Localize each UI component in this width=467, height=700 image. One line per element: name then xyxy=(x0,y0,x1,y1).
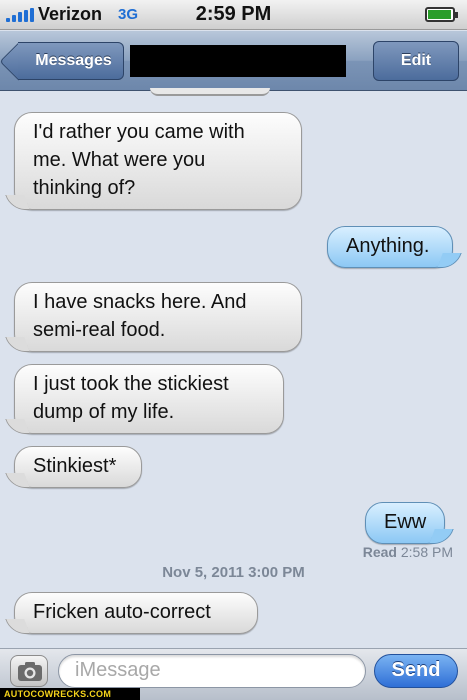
message-bubble-incoming[interactable]: I have snacks here. And semi-real food. xyxy=(14,282,302,352)
read-time: 2:58 PM xyxy=(400,544,453,560)
camera-button[interactable] xyxy=(10,655,48,687)
message-line: Fricken auto-correct xyxy=(33,601,211,623)
message-bubble-outgoing[interactable]: Anything. xyxy=(327,226,453,268)
status-time: 2:59 PM xyxy=(195,3,272,25)
read-label: Read xyxy=(362,544,397,560)
message-line: me. What were you xyxy=(33,149,206,171)
battery-icon xyxy=(425,7,458,22)
message-line: Anything. xyxy=(346,235,430,257)
conversation-thread[interactable]: I'd rather you came with me. What were y… xyxy=(0,88,467,648)
message-line: semi-real food. xyxy=(33,319,166,341)
camera-icon xyxy=(18,662,42,681)
imessage-input[interactable]: iMessage xyxy=(58,654,366,688)
status-bar: Verizon 3G 2:59 PM xyxy=(0,0,467,30)
send-button[interactable]: Send xyxy=(374,654,458,688)
previous-bubble-edge xyxy=(150,88,270,96)
message-line: I have snacks here. And xyxy=(33,291,247,313)
conversation-timestamp: Nov 5, 2011 3:00 PM xyxy=(162,564,305,581)
redacted-contact-name xyxy=(130,45,346,77)
message-line: I'd rather you came with xyxy=(33,121,245,143)
message-bubble-incoming[interactable]: I'd rather you came with me. What were y… xyxy=(14,112,302,210)
message-bubble-outgoing[interactable]: Eww xyxy=(365,502,445,544)
message-bubble-incoming[interactable]: Fricken auto-correct xyxy=(14,592,258,634)
message-line: Eww xyxy=(384,511,427,533)
navigation-bar: Messages Edit xyxy=(0,31,467,91)
edit-button[interactable]: Edit xyxy=(373,41,459,81)
message-line: Stinkiest* xyxy=(33,455,117,477)
message-line: dump of my life. xyxy=(33,401,175,423)
message-line: thinking of? xyxy=(33,177,136,199)
message-bubble-incoming[interactable]: Stinkiest* xyxy=(14,446,142,488)
message-bubble-incoming[interactable]: I just took the stickiest dump of my lif… xyxy=(14,364,284,434)
messages-back-button[interactable]: Messages xyxy=(18,42,124,80)
message-line: I just took the stickiest xyxy=(33,373,229,395)
read-receipt: Read 2:58 PM xyxy=(363,544,453,560)
watermark: AUTOCOWRECKS.COM xyxy=(0,688,140,700)
